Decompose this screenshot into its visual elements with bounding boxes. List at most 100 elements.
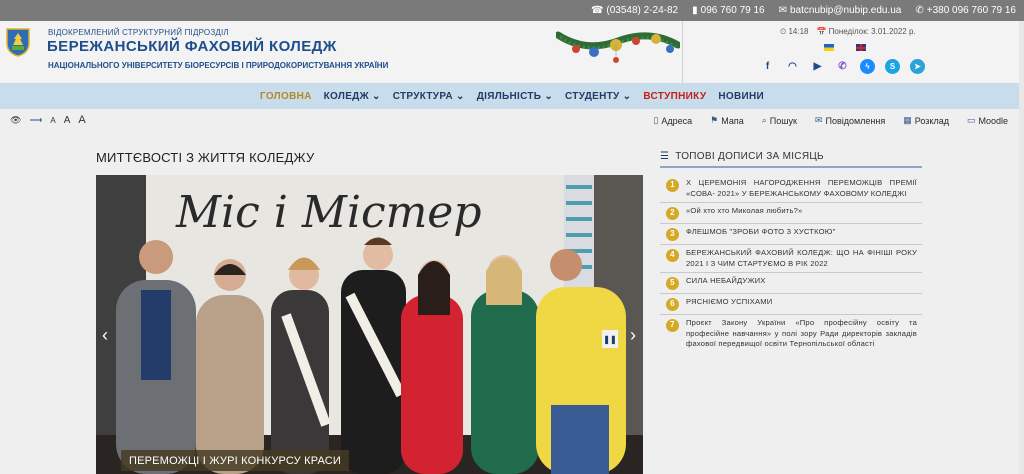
top-posts-list: 1 Х ЦЕРЕМОНІЯ НАГОРОДЖЕННЯ ПЕРЕМОЖЦІВ ПРЕ… — [660, 175, 922, 353]
contact-bar: ☎ (03548) 2-24-82 ▮ 096 760 79 16 ✉ batcnubip… — [0, 0, 1024, 21]
social-links: f ◠ ▶ ✆ ϟ S ➤ — [760, 59, 925, 74]
slide-sign-text: Міс і Містер — [175, 187, 482, 238]
quick-link-label: Пошук — [769, 115, 797, 126]
font-size-arrow-icon: ⟶ — [29, 115, 43, 125]
viber-icon: ✆ — [915, 5, 924, 16]
nav-item[interactable]: ДІЯЛЬНІСТЬ ⌄ — [477, 91, 553, 102]
viber-icon[interactable]: ✆ — [835, 59, 850, 74]
current-date: 📅 Понеділок: 3.01.2022 р. — [816, 27, 916, 36]
post-title-link[interactable]: Проєкт Закону України «Про професійну ос… — [686, 318, 917, 350]
nav-item[interactable]: СТРУКТУРА ⌄ — [393, 91, 465, 102]
ukrainian-flag-icon[interactable] — [824, 44, 834, 51]
telegram-icon[interactable]: ➤ — [910, 59, 925, 74]
quick-link[interactable]: ⚑ Мапа — [710, 115, 744, 126]
address-icon: ▯ — [653, 115, 659, 125]
contact-text: +380 096 760 79 16 — [926, 5, 1016, 16]
contact-text: (03548) 2-24-82 — [606, 5, 679, 16]
moments-section-title: МИТТЄВОСТІ З ЖИТТЯ КОЛЕДЖУ — [96, 150, 315, 165]
low-vision-eye-icon[interactable]: 👁 — [10, 115, 21, 126]
nav-item[interactable]: ВСТУПНИКУ — [643, 91, 706, 102]
quick-link-label: Мапа — [721, 115, 744, 126]
youtube-icon[interactable]: ▶ — [810, 59, 825, 74]
schedule-icon: ▦ — [903, 115, 912, 125]
list-icon: ☰ — [660, 150, 670, 162]
post-rank-badge: 1 — [666, 179, 679, 192]
header-subtitle-bottom: НАЦІОНАЛЬНОГО УНІВЕРСИТЕТУ БІОРЕСУРСІВ І… — [48, 61, 389, 70]
post-title-link[interactable]: РЯСНІЄМО УСПІХАМИ — [686, 297, 917, 308]
nav-item[interactable]: ГОЛОВНА — [260, 91, 312, 102]
college-name[interactable]: БЕРЕЖАНСЬКИЙ ФАХОВИЙ КОЛЕДЖ — [47, 38, 337, 55]
quick-link[interactable]: ▭ Moodle — [967, 115, 1008, 126]
post-rank-badge: 6 — [666, 298, 679, 311]
language-switcher — [824, 44, 866, 51]
messenger-icon[interactable]: ϟ — [860, 59, 875, 74]
contact-item[interactable]: ☎ (03548) 2-24-82 — [591, 5, 678, 16]
quick-link-label: Адреса — [661, 115, 693, 126]
quick-link-label: Moodle — [978, 115, 1008, 126]
accessibility-controls: 👁 ⟶ A A A — [10, 114, 86, 126]
top-post-item[interactable]: 6 РЯСНІЄМО УСПІХАМИ — [660, 293, 922, 314]
font-size-large-button[interactable]: A — [78, 114, 85, 126]
main-nav: ГОЛОВНА КОЛЕДЖ ⌄ СТРУКТУРА ⌄ ДІЯЛЬНІСТЬ ⌄ СТ… — [0, 83, 1024, 109]
page-scrollbar[interactable] — [1019, 21, 1024, 474]
slide-caption[interactable]: ПЕРЕМОЖЦІ І ЖУРІ КОНКУРСУ КРАСИ — [121, 450, 350, 471]
contact-item[interactable]: ▮ 096 760 79 16 — [692, 5, 764, 16]
top-posts-title: ☰ ТОПОВІ ДОПИСИ ЗА МІСЯЦЬ — [660, 146, 922, 168]
slider-prev-arrow-icon[interactable]: ‹ — [102, 325, 108, 346]
top-post-item[interactable]: 1 Х ЦЕРЕМОНІЯ НАГОРОДЖЕННЯ ПЕРЕМОЖЦІВ ПРЕ… — [660, 175, 922, 202]
nav-item[interactable]: СТУДЕНТУ ⌄ — [565, 91, 631, 102]
post-rank-badge: 5 — [666, 277, 679, 290]
datetime: ⏲ 14:18 📅 Понеділок: 3.01.2022 р. — [780, 27, 916, 37]
message-icon: ✉ — [814, 115, 823, 125]
contact-text: 096 760 79 16 — [700, 5, 765, 16]
rss-icon[interactable]: ◠ — [785, 59, 800, 74]
quick-link-label: Повідомлення — [825, 115, 886, 126]
post-title-link[interactable]: ФЛЕШМОБ "ЗРОБИ ФОТО З ХУСТКОЮ" — [686, 227, 917, 238]
english-flag-icon[interactable] — [856, 44, 866, 51]
skype-icon[interactable]: S — [885, 59, 900, 74]
contact-item[interactable]: ✉ batcnubip@nubip.edu.ua — [779, 5, 902, 16]
post-title-link[interactable]: БЕРЕЖАНСЬКИЙ ФАХОВИЙ КОЛЕДЖ: ЩО НА ФІНІШ… — [686, 248, 917, 269]
post-rank-badge: 4 — [666, 249, 679, 262]
quick-link[interactable]: ⌕ Пошук — [762, 115, 797, 126]
photo-slider[interactable]: Міс і Містер ‹ › ❚❚ ПЕРЕМОЖЦІ І ЖУРІ КОН… — [96, 175, 643, 474]
top-post-item[interactable]: 7 Проєкт Закону України «Про професійну о… — [660, 314, 922, 353]
post-rank-badge: 2 — [666, 207, 679, 220]
contact-text: batcnubip@nubip.edu.ua — [789, 5, 902, 16]
font-size-medium-button[interactable]: A — [64, 115, 71, 126]
post-title-link[interactable]: «Ой хто хто Миколая любить?» — [686, 206, 917, 217]
tools-row: 👁 ⟶ A A A ▯ Адреса ⚑ Мапа ⌕ Пошук ✉ Повідомленн… — [0, 110, 1024, 130]
mail-icon: ✉ — [778, 5, 787, 16]
top-post-item[interactable]: 4 БЕРЕЖАНСЬКИЙ ФАХОВИЙ КОЛЕДЖ: ЩО НА ФІНІ… — [660, 244, 922, 272]
nav-item[interactable]: НОВИНИ — [718, 91, 764, 102]
slider-pause-button[interactable]: ❚❚ — [602, 330, 618, 348]
contact-item[interactable]: ✆ +380 096 760 79 16 — [915, 5, 1016, 16]
site-header: ВІДОКРЕМЛЕНИЙ СТРУКТУРНИЙ ПІДРОЗДІЛ БЕРЕ… — [0, 21, 1024, 83]
header-subtitle-top: ВІДОКРЕМЛЕНИЙ СТРУКТУРНИЙ ПІДРОЗДІЛ — [48, 28, 229, 37]
quick-link[interactable]: ▦ Розклад — [903, 115, 949, 126]
nav-item[interactable]: КОЛЕДЖ ⌄ — [324, 91, 381, 102]
college-logo[interactable] — [4, 27, 32, 57]
slide-photo: Міс і Містер — [96, 175, 643, 474]
top-post-item[interactable]: 5 СИЛА НЕБАЙДУЖИХ — [660, 272, 922, 293]
current-time: ⏲ 14:18 — [780, 27, 809, 36]
slider-next-arrow-icon[interactable]: › — [630, 325, 636, 346]
christmas-garland-decoration — [556, 31, 680, 63]
quick-link[interactable]: ▯ Адреса — [653, 115, 692, 126]
quick-links: ▯ Адреса ⚑ Мапа ⌕ Пошук ✉ Повідомлення ▦ Розклад ▭… — [653, 115, 1008, 126]
post-title-link[interactable]: СИЛА НЕБАЙДУЖИХ — [686, 276, 917, 287]
post-title-link[interactable]: Х ЦЕРЕМОНІЯ НАГОРОДЖЕННЯ ПЕРЕМОЖЦІВ ПРЕМ… — [686, 178, 917, 199]
top-post-item[interactable]: 3 ФЛЕШМОБ "ЗРОБИ ФОТО З ХУСТКОЮ" — [660, 223, 922, 244]
header-divider — [682, 21, 683, 83]
phone-icon: ☎ — [590, 5, 604, 16]
quick-link-label: Розклад — [914, 115, 949, 126]
search-icon: ⌕ — [761, 115, 767, 125]
post-rank-badge: 3 — [666, 228, 679, 241]
top-post-item[interactable]: 2 «Ой хто хто Миколая любить?» — [660, 202, 922, 223]
map-icon: ⚑ — [710, 115, 719, 125]
mobile-icon: ▮ — [692, 5, 698, 16]
quick-link[interactable]: ✉ Повідомлення — [815, 115, 885, 126]
font-size-small-button[interactable]: A — [50, 116, 55, 125]
moodle-icon: ▭ — [966, 115, 976, 125]
facebook-icon[interactable]: f — [760, 59, 775, 74]
